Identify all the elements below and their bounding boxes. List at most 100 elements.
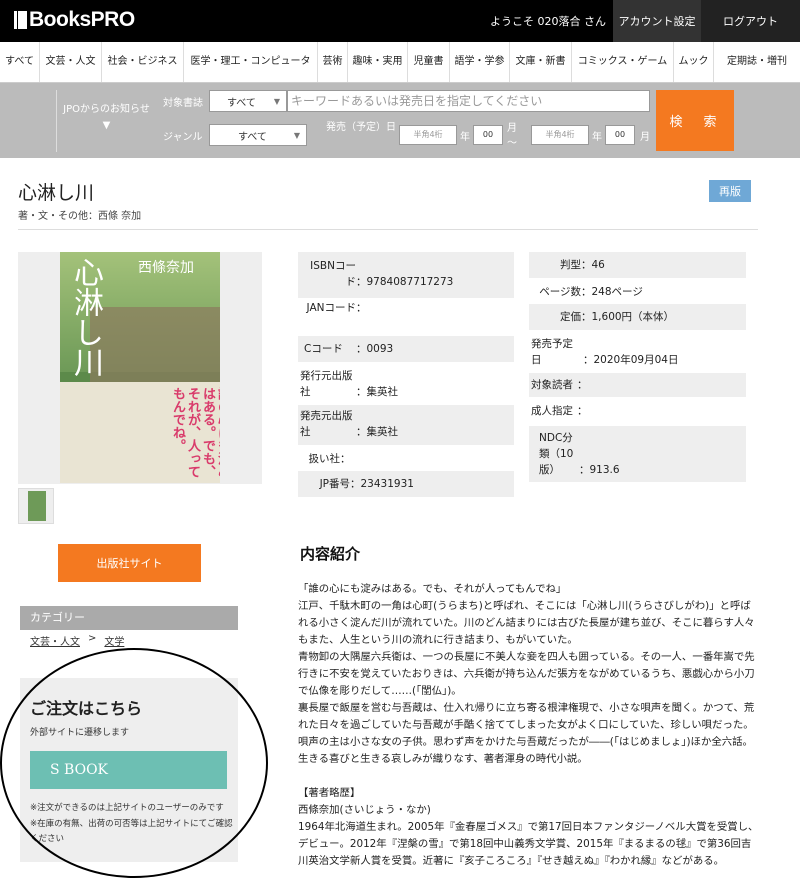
cover-houses xyxy=(90,307,220,382)
reprint-badge: 再版 xyxy=(709,180,751,202)
detail-value: 0093 xyxy=(366,343,394,355)
breadcrumb-separator: > xyxy=(88,633,97,644)
detail-isbn: ISBNコード：9784087717273 xyxy=(298,252,514,298)
description-spacer xyxy=(298,768,760,785)
release-month-to[interactable]: 00 xyxy=(605,125,635,145)
book-icon xyxy=(14,11,27,29)
release-year-from[interactable]: 半角4桁 xyxy=(399,125,457,145)
detail-key: 成人指定 xyxy=(531,405,573,417)
category-all[interactable]: すべて xyxy=(0,42,40,82)
description-paragraph: 西條奈加(さいじょう・なか) xyxy=(298,804,431,816)
welcome-text: ようこそ 020落合 さん xyxy=(490,15,606,28)
target-value: すべて xyxy=(227,97,256,109)
search-button[interactable]: 検 索 xyxy=(656,90,734,151)
detail-jan: JANコード： xyxy=(298,298,514,336)
order-title: ご注文はこちら xyxy=(30,699,143,718)
detail-value: 23431931 xyxy=(360,478,414,490)
detail-key: 定価 xyxy=(560,311,581,323)
chevron-down-icon: ▼ xyxy=(293,130,300,140)
detail-key: 対象読者 xyxy=(531,379,573,391)
site-logo[interactable]: BooksPRO xyxy=(14,8,135,32)
keyword-input[interactable]: キーワードあるいは発売日を指定してください xyxy=(287,90,650,112)
detail-key: 扱い社 xyxy=(308,453,341,465)
detail-value: 46 xyxy=(591,259,605,271)
caret-down-icon: ▼ xyxy=(102,120,111,131)
detail-key: JP番号 xyxy=(319,478,350,490)
book-cover-image[interactable]: 西條奈加 心淋し川 誰の心にも淀みはある。でも、それが、人ってもんでね。 xyxy=(60,252,220,483)
genre-label: ジャンル xyxy=(163,132,203,143)
category-heading: カテゴリー xyxy=(20,606,238,630)
detail-jp-number: JP番号：23431931 xyxy=(298,471,514,497)
category-business[interactable]: 社会・ビジネス xyxy=(102,42,184,82)
detail-value: 集英社 xyxy=(366,386,399,398)
category-hobby[interactable]: 趣味・実用 xyxy=(348,42,408,82)
logout-button[interactable]: ログアウト xyxy=(701,0,800,42)
category-bunko[interactable]: 文庫・新書 xyxy=(510,42,572,82)
month-unit: 月～ xyxy=(507,123,517,149)
cover-title: 心淋し川 xyxy=(68,257,103,377)
detail-price: 定価：1,600円（本体） xyxy=(529,304,746,330)
thumbnail-image xyxy=(28,491,46,521)
sbook-link-button[interactable]: S BOOK xyxy=(30,751,227,789)
detail-publisher: 発行元出版社 ：集英社 xyxy=(300,370,399,398)
description-paragraph: 【著者略歴】 xyxy=(298,787,361,799)
category-magazine[interactable]: 定期誌・増刊 xyxy=(714,42,800,82)
detail-key: NDC分類（10版） xyxy=(539,432,574,476)
detail-value: 9784087717273 xyxy=(366,276,454,288)
detail-adult-rating: 成人指定： xyxy=(531,405,588,417)
detail-value: 集英社 xyxy=(366,426,399,438)
detail-value: 1,600円（本体） xyxy=(591,311,675,323)
detail-key: ページ数 xyxy=(539,286,581,298)
cover-copy: 誰の心にも淀みはある。でも、それが、人ってもんでね。 xyxy=(170,387,220,478)
jpo-label: JPOからのお知らせ xyxy=(63,104,150,115)
description-heading: 内容紹介 xyxy=(300,545,361,563)
detail-key: JANコード xyxy=(306,302,356,314)
order-note-stock: ※在庫の有無、出荷の可否等は上記サイトにてご確認ください xyxy=(30,819,233,844)
detail-value: 2020年09月04日 xyxy=(593,354,679,366)
detail-ccode: Cコード ：0093 xyxy=(298,336,514,362)
year-unit: 年 xyxy=(460,132,470,143)
description-paragraph: 生きる喜びと生きる哀しみが織りなす、著者渾身の時代小説。 xyxy=(298,753,588,765)
detail-pages: ページ数：248ページ xyxy=(529,282,746,304)
release-label: 発売（予定）日 xyxy=(326,122,396,133)
detail-ndc: NDC分類（10版） ：913.6 xyxy=(529,426,746,482)
detail-value: 248ページ xyxy=(591,286,643,298)
target-label: 対象書誌 xyxy=(163,98,203,109)
target-select[interactable]: すべて ▼ xyxy=(209,90,287,112)
genre-select[interactable]: すべて ▼ xyxy=(209,124,307,146)
category-art[interactable]: 芸術 xyxy=(318,42,348,82)
release-month-from[interactable]: 00 xyxy=(473,125,503,145)
divider xyxy=(18,229,758,230)
description-paragraph: 江戸、千駄木町の一角は心町(うらまち)と呼ばれ、そこには「心淋し川(うらさびしが… xyxy=(298,600,755,646)
category-nav: すべて 文芸・人文 社会・ビジネス 医学・理工・コンピュータ 芸術 趣味・実用 … xyxy=(0,42,800,83)
breadcrumb: 文芸・人文 > 文学 xyxy=(30,633,124,648)
year-unit: 年 xyxy=(592,132,602,143)
detail-audience: 対象読者： xyxy=(529,373,746,397)
detail-handler: 扱い社： xyxy=(308,453,351,465)
category-children[interactable]: 児童書 xyxy=(408,42,450,82)
detail-key: Cコード xyxy=(304,343,343,355)
category-literature[interactable]: 文芸・人文 xyxy=(40,42,102,82)
category-science[interactable]: 医学・理工・コンピュータ xyxy=(184,42,318,82)
detail-key: 発行元出版社 xyxy=(300,370,353,398)
order-subtitle: 外部サイトに遷移します xyxy=(30,728,130,738)
detail-format: 判型：46 xyxy=(529,252,746,278)
jpo-notice-toggle[interactable]: JPOからのお知らせ ▼ xyxy=(56,90,156,152)
cover-thumbnail[interactable] xyxy=(18,488,54,524)
detail-key: 判型 xyxy=(560,259,581,271)
detail-key: 発売予定日 xyxy=(531,338,573,366)
category-language[interactable]: 語学・学参 xyxy=(450,42,510,82)
category-mook[interactable]: ムック xyxy=(674,42,714,82)
description-paragraph: 青物卸の大隅屋六兵衛は、一つの長屋に不美人な妾を四人も囲っている。その一人、一番… xyxy=(298,651,755,697)
page-title: 心淋し川 xyxy=(18,182,95,204)
breadcrumb-bungaku-link[interactable]: 文学 xyxy=(104,633,124,648)
account-settings-button[interactable]: アカウント設定 xyxy=(613,0,701,42)
publisher-site-button[interactable]: 出版社サイト xyxy=(58,544,201,582)
chevron-down-icon: ▼ xyxy=(273,96,280,106)
release-year-to[interactable]: 半角4桁 xyxy=(531,125,589,145)
description-paragraph: 「誰の心にも淀みはある。でも、それが人ってもんでね」 xyxy=(298,583,567,595)
breadcrumb-literature-link[interactable]: 文芸・人文 xyxy=(30,633,80,648)
category-comics[interactable]: コミックス・ゲーム xyxy=(572,42,674,82)
cover-author: 西條奈加 xyxy=(138,260,194,276)
detail-key: ISBNコード xyxy=(310,260,356,288)
